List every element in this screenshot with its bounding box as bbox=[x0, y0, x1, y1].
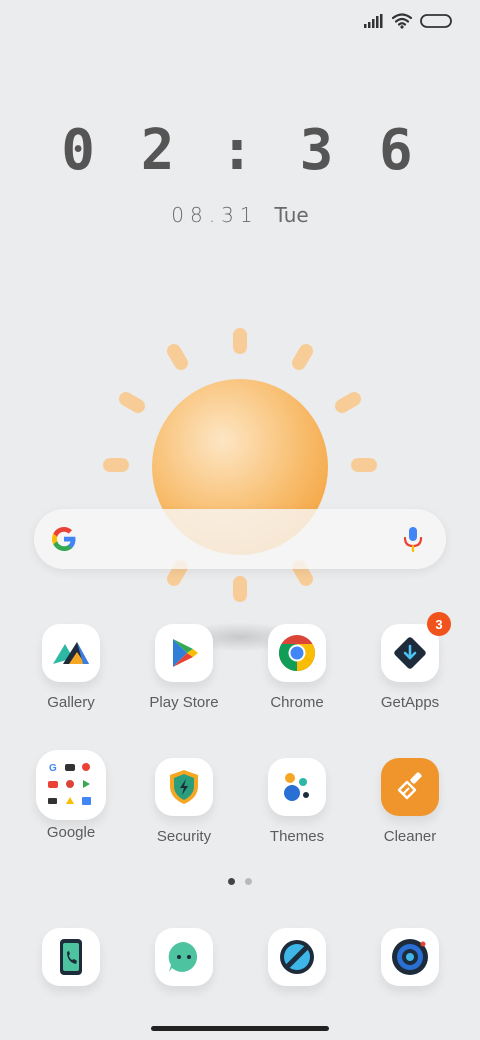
page-dot bbox=[245, 878, 252, 885]
google-g-icon bbox=[52, 527, 76, 551]
gallery-icon bbox=[42, 624, 100, 682]
app-chrome[interactable]: Chrome bbox=[247, 624, 347, 711]
page-dot-active bbox=[228, 878, 235, 885]
battery-icon bbox=[420, 14, 452, 28]
app-security[interactable]: Security bbox=[134, 758, 234, 845]
app-label: Google bbox=[46, 824, 96, 841]
app-getapps[interactable]: 3 GetApps bbox=[360, 612, 460, 711]
weather-widget[interactable] bbox=[90, 315, 390, 615]
dock-phone[interactable] bbox=[21, 928, 121, 986]
google-folder-icon: G bbox=[36, 750, 106, 820]
browser-icon bbox=[268, 928, 326, 986]
status-bar bbox=[364, 10, 452, 32]
lockscreen-clock: 0 2 : 3 6 bbox=[61, 118, 419, 183]
app-play-store[interactable]: Play Store bbox=[134, 624, 234, 711]
notification-badge: 3 bbox=[427, 612, 451, 636]
app-label: GetApps bbox=[380, 694, 440, 711]
wifi-icon bbox=[392, 13, 412, 29]
google-search-bar[interactable] bbox=[34, 509, 446, 569]
page-indicator bbox=[0, 878, 480, 885]
signal-icon bbox=[364, 14, 383, 28]
messaging-icon bbox=[155, 928, 213, 986]
date-row: 08.31 Tue bbox=[0, 203, 480, 227]
app-label: Themes bbox=[269, 828, 325, 845]
camera-icon bbox=[381, 928, 439, 986]
app-label: Gallery bbox=[47, 694, 95, 711]
app-label: Chrome bbox=[270, 694, 324, 711]
app-themes[interactable]: Themes bbox=[247, 758, 347, 845]
phone-icon bbox=[42, 928, 100, 986]
app-label: Cleaner bbox=[383, 828, 437, 845]
weekday-text: Tue bbox=[274, 203, 309, 227]
sun-icon bbox=[103, 328, 377, 602]
security-icon bbox=[155, 758, 213, 816]
themes-icon bbox=[268, 758, 326, 816]
svg-text:G: G bbox=[49, 763, 57, 774]
app-cleaner[interactable]: Cleaner bbox=[360, 758, 460, 845]
play-store-icon bbox=[155, 624, 213, 682]
home-indicator[interactable] bbox=[151, 1026, 329, 1031]
app-google-folder[interactable]: G Google bbox=[21, 750, 121, 841]
date-text: 08.31 bbox=[171, 203, 259, 227]
getapps-icon: 3 bbox=[381, 612, 451, 682]
app-gallery[interactable]: Gallery bbox=[21, 624, 121, 711]
microphone-icon[interactable] bbox=[402, 525, 424, 553]
app-label: Play Store bbox=[149, 694, 219, 711]
app-label: Security bbox=[156, 828, 212, 845]
dock-browser[interactable] bbox=[247, 928, 347, 986]
dock-messaging[interactable] bbox=[134, 928, 234, 986]
chrome-icon bbox=[268, 624, 326, 682]
cleaner-icon bbox=[381, 758, 439, 816]
dock-camera[interactable] bbox=[360, 928, 460, 986]
